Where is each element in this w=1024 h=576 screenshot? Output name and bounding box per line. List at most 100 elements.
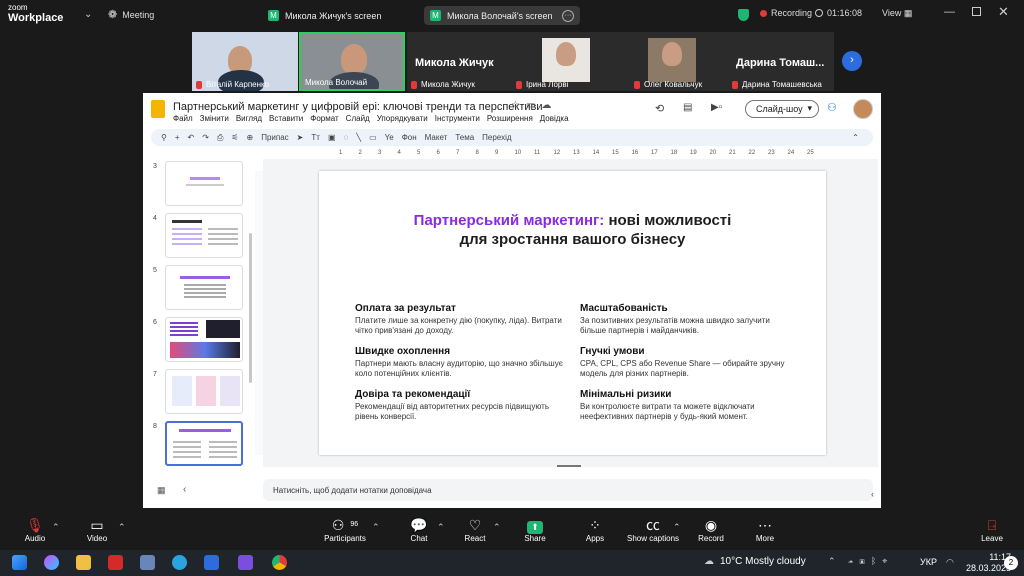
maximize-icon[interactable]: [972, 7, 981, 16]
participant-tile[interactable]: Ірина Лорві: [512, 32, 630, 91]
slideshow-button[interactable]: Слайд-шоу ▾: [745, 100, 819, 118]
screen-tab-volochai[interactable]: M Микола Волочай's screen ···: [424, 6, 580, 25]
menu-edit[interactable]: Змінити: [200, 114, 229, 123]
notes-resize-handle[interactable]: [557, 465, 581, 467]
cursor-icon[interactable]: ➤: [297, 133, 304, 142]
slide-thumbnail[interactable]: [165, 213, 243, 258]
recording-indicator[interactable]: Recording: [760, 8, 812, 18]
chevron-up-icon[interactable]: ⌃: [437, 522, 445, 533]
acrobat-icon[interactable]: [108, 555, 123, 570]
menu-view[interactable]: Вигляд: [236, 114, 262, 123]
slides-logo-icon[interactable]: [151, 100, 165, 118]
next-participants-button[interactable]: ›: [842, 51, 862, 71]
record-button[interactable]: ◉ Record: [681, 516, 741, 543]
background-button[interactable]: Фон: [402, 133, 417, 142]
participant-tile[interactable]: Віталій Карпенко: [192, 32, 298, 91]
telegram-icon[interactable]: [172, 555, 187, 570]
shape-icon[interactable]: ◌: [344, 133, 349, 142]
slide-item[interactable]: Гнучкі умови CPA, CPL, CPS або Revenue S…: [580, 346, 790, 379]
close-icon[interactable]: ✕: [998, 4, 1009, 20]
menu-format[interactable]: Формат: [310, 114, 338, 123]
slide-title[interactable]: Партнерський маркетинг: нові можливості …: [319, 211, 826, 249]
more-button[interactable]: ⋯ More: [735, 516, 795, 543]
tray-chevron-up-icon[interactable]: ⌃: [828, 556, 836, 567]
star-icon[interactable]: ☆: [511, 100, 520, 111]
chevron-up-icon[interactable]: ⌃: [493, 522, 501, 533]
expand-side-panel-icon[interactable]: ‹: [871, 489, 874, 499]
paint-format-icon[interactable]: ⚟: [231, 133, 238, 142]
chevron-up-icon[interactable]: ⌃: [372, 522, 380, 533]
wifi-icon[interactable]: ◠: [946, 557, 954, 568]
current-slide[interactable]: Партнерський маркетинг: нові можливості …: [319, 171, 826, 455]
windows-start-icon[interactable]: [12, 555, 27, 570]
folder-icon[interactable]: ▭: [526, 100, 535, 111]
add-icon[interactable]: +: [175, 133, 180, 142]
meeting-info[interactable]: ❁ Meeting: [108, 8, 154, 21]
text-color-icon[interactable]: Ye: [385, 133, 394, 142]
view-button[interactable]: View ▦: [882, 8, 912, 19]
history-icon[interactable]: ⟲: [655, 102, 664, 115]
avatar[interactable]: [853, 99, 873, 119]
slide-item[interactable]: Масштабованість За позитивних результаті…: [580, 303, 790, 336]
menu-insert[interactable]: Вставити: [269, 114, 303, 123]
grid-view-icon[interactable]: ▦: [157, 485, 166, 496]
collapse-filmstrip-icon[interactable]: ‹: [183, 484, 186, 495]
menu-slide[interactable]: Слайд: [346, 114, 370, 123]
chevron-up-icon[interactable]: ⌃: [673, 522, 681, 533]
viber-icon[interactable]: [238, 555, 253, 570]
menu-tools[interactable]: Інструменти: [435, 114, 480, 123]
zoom-app-icon[interactable]: [204, 555, 219, 570]
slide-thumbnail-selected[interactable]: [165, 421, 243, 466]
chevron-up-icon[interactable]: ⌃: [52, 522, 60, 533]
print-icon[interactable]: ⎙: [217, 133, 223, 143]
leave-button[interactable]: ⍈ Leave: [962, 516, 1022, 543]
menu-help[interactable]: Довідка: [540, 114, 569, 123]
slide-thumbnail[interactable]: [165, 369, 243, 414]
chrome-icon[interactable]: [272, 555, 287, 570]
participants-button[interactable]: ⚇ 96 Participants: [315, 516, 375, 543]
collapse-toolbar-icon[interactable]: ⌃: [852, 133, 859, 142]
shield-icon[interactable]: [738, 9, 749, 21]
speaker-notes[interactable]: Натисніть, щоб додати нотатки доповідача: [263, 479, 873, 501]
minimize-icon[interactable]: —: [944, 6, 955, 18]
screen-tab-zhychuk[interactable]: M Микола Жичук's screen: [262, 6, 387, 25]
share-person-icon[interactable]: ⚇: [827, 101, 837, 114]
comment-add-icon[interactable]: ▭: [369, 133, 377, 142]
chevron-up-icon[interactable]: ⌃: [118, 522, 126, 533]
menu-file[interactable]: Файл: [173, 114, 193, 123]
slide-item[interactable]: Оплата за результат Платите лише за конк…: [355, 303, 565, 336]
theme-button[interactable]: Тема: [455, 133, 474, 142]
layout-button[interactable]: Макет: [425, 133, 448, 142]
notifications-badge[interactable]: 2: [1004, 556, 1018, 570]
menu-extensions[interactable]: Розширення: [487, 114, 533, 123]
redo-icon[interactable]: ↷: [202, 133, 209, 142]
transition-button[interactable]: Перехід: [482, 133, 511, 142]
tray-icons[interactable]: ☁▣ᛒ⌖: [848, 556, 893, 567]
language-indicator[interactable]: УКР: [920, 557, 937, 567]
network-app-icon[interactable]: [140, 555, 155, 570]
meet-icon[interactable]: ▶▫: [711, 102, 722, 113]
slide-thumbnail[interactable]: [165, 317, 243, 362]
image-icon[interactable]: ▣: [328, 133, 336, 142]
apps-button[interactable]: ⁘ Apps: [565, 516, 625, 543]
participant-tile[interactable]: Дарина Томаш... Дарина Томашевська: [728, 32, 834, 91]
slide-thumbnail[interactable]: [165, 265, 243, 310]
share-button[interactable]: ⬆ Share: [505, 516, 565, 543]
chevron-down-icon[interactable]: ⌄: [84, 9, 92, 20]
slide-thumbnail[interactable]: [165, 161, 243, 206]
participant-tile[interactable]: Олег Ковальчук: [630, 32, 728, 91]
document-title[interactable]: Партнерський маркетинг у цифровій ері: к…: [173, 101, 543, 113]
weather-widget[interactable]: ☁ 10°C Mostly cloudy: [704, 556, 806, 567]
slide-item[interactable]: Швидке охоплення Партнери мають власну а…: [355, 346, 565, 379]
comment-icon[interactable]: ▤: [683, 102, 692, 113]
copilot-icon[interactable]: [44, 555, 59, 570]
slide-item[interactable]: Довіра та рекомендації Рекомендації від …: [355, 389, 565, 422]
search-icon[interactable]: ⚲: [161, 133, 167, 142]
filmstrip-scrollbar[interactable]: [249, 233, 252, 383]
chevron-down-icon[interactable]: ▾: [807, 103, 812, 114]
textbox-icon[interactable]: Tт: [311, 133, 320, 142]
slide-item[interactable]: Мінімальні ризики Ви контролюєте витрати…: [580, 389, 790, 422]
cloud-icon[interactable]: ☁: [541, 100, 551, 111]
menu-arrange[interactable]: Упорядкувати: [377, 114, 428, 123]
undo-icon[interactable]: ↶: [188, 133, 195, 142]
